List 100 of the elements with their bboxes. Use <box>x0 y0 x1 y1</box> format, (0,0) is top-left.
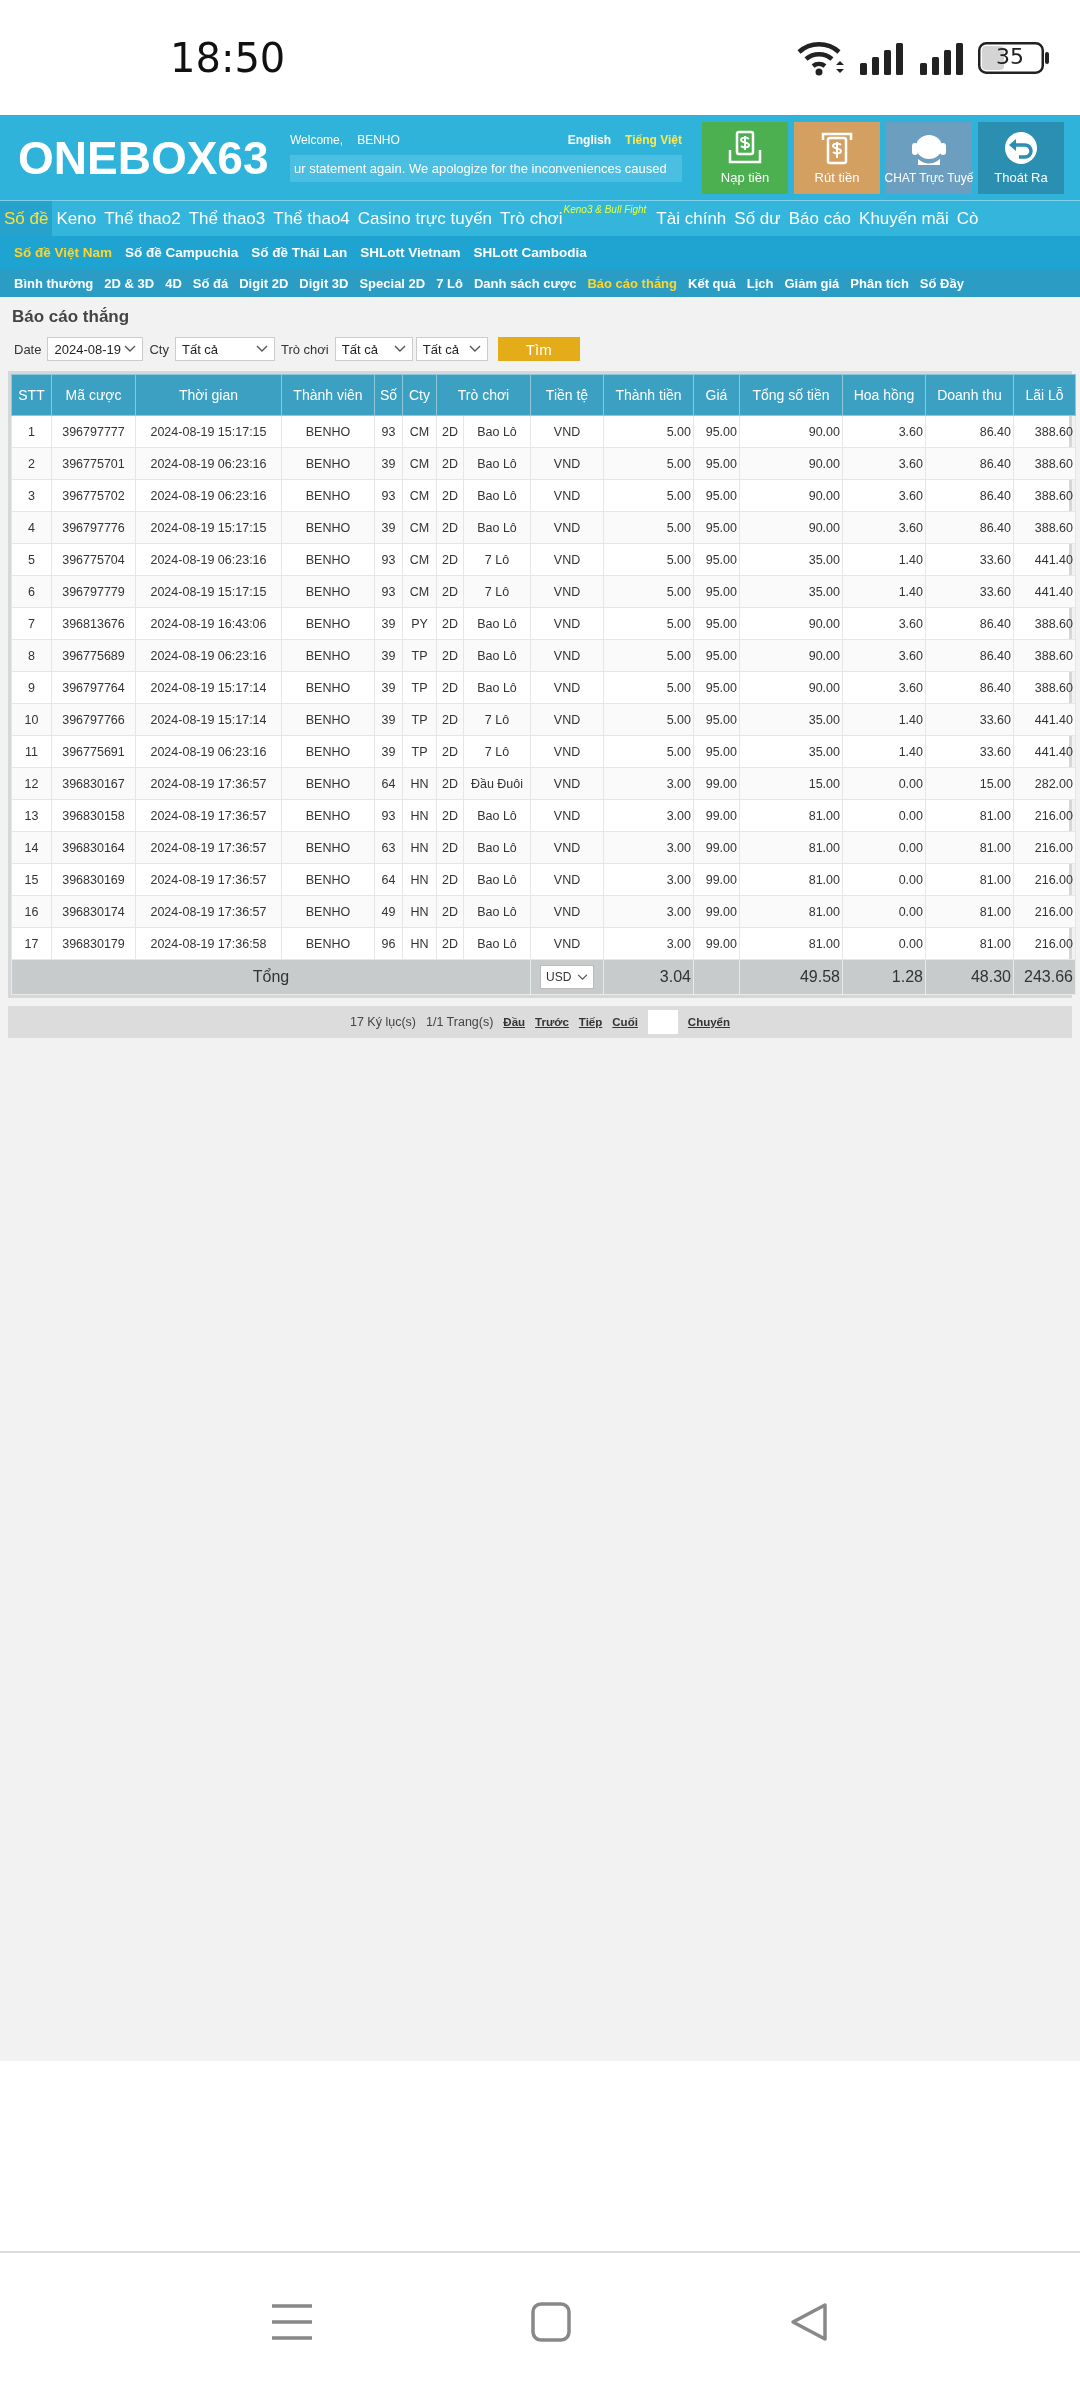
go-link[interactable]: Chuyển <box>687 1016 731 1028</box>
pager-link[interactable]: Trước <box>535 1016 569 1028</box>
table-cell: 33.60 <box>925 575 1014 608</box>
nav-tab[interactable]: Khuyến mãi <box>855 201 953 236</box>
table-cell: 5.00 <box>603 511 694 544</box>
table-cell: 396797777 <box>51 415 136 448</box>
nav-tab[interactable]: Báo cáo <box>784 201 856 236</box>
nav-tab[interactable]: Cò <box>952 201 983 236</box>
table-cell: CM <box>402 479 437 512</box>
table-cell: 0.00 <box>842 799 926 832</box>
table-cell: VND <box>530 575 604 608</box>
table-cell: 2D <box>437 896 464 927</box>
back-icon[interactable] <box>788 2300 830 2343</box>
filter-select[interactable]: Tất cả <box>415 337 488 361</box>
game-nav-tab[interactable]: Số đá <box>192 275 229 291</box>
table-cell-text: Bao Lô <box>476 903 518 921</box>
table-cell: 396830179 <box>51 927 136 960</box>
table-cell: 17 <box>11 927 52 960</box>
nav-tab[interactable]: Số đề <box>0 201 53 236</box>
page-input[interactable] <box>647 1010 678 1034</box>
column-header: Mã cược <box>51 374 136 416</box>
filter-select[interactable]: 2024-08-19 <box>47 337 144 361</box>
language-link[interactable]: Tiếng Việt <box>625 133 682 147</box>
table-cell: 2D <box>437 864 464 895</box>
table-cell: 95.00 <box>693 415 740 448</box>
game-nav-tab[interactable]: 4D <box>165 275 182 291</box>
menu-icon[interactable] <box>270 2301 314 2342</box>
table-cell: 2024-08-19 15:17:15 <box>135 415 282 448</box>
table-cell: BENHO <box>281 895 375 928</box>
table-cell: 396830169 <box>51 863 136 896</box>
table-cell: 216.00 <box>1013 895 1076 928</box>
sub-nav-tab[interactable]: SHLott Cambodia <box>473 245 587 260</box>
table-cell: BENHO <box>281 767 375 800</box>
game-nav-tab[interactable]: Báo cáo thắng <box>587 275 677 291</box>
table-cell-text: Bao Lô <box>476 423 518 441</box>
deposit-button[interactable]: Nạp tiền <box>702 121 788 194</box>
table-cell: 93 <box>374 799 403 832</box>
currency-select[interactable]: USD <box>540 965 594 989</box>
game-nav-tab[interactable]: Số Đầy <box>919 275 964 291</box>
table-cell: 0.00 <box>842 767 926 800</box>
language-link[interactable]: English <box>567 133 612 147</box>
game-nav-tab[interactable]: Special 2D <box>359 275 426 291</box>
game-nav-tab[interactable]: 7 Lô <box>436 275 463 291</box>
nav-tab[interactable]: Keno <box>52 201 101 236</box>
chat-button[interactable]: CHAT Trực Tuyế <box>886 121 972 194</box>
table-cell: 2D <box>437 672 464 703</box>
chevron-icon <box>468 345 481 353</box>
pager-link[interactable]: Tiếp <box>578 1016 603 1028</box>
game-nav-tab[interactable]: Digit 2D <box>239 275 289 291</box>
table-cell: 93 <box>374 479 403 512</box>
withdraw-button[interactable]: Rút tiền <box>794 121 880 194</box>
nav-tab[interactable]: Số dư <box>730 201 785 236</box>
sub-nav-tab[interactable]: Số đề Thái Lan <box>251 245 348 260</box>
column-header: Số <box>374 374 403 416</box>
table-cell: VND <box>530 543 604 576</box>
table-cell-text: 7 Lô <box>483 743 511 761</box>
table-cell: VND <box>530 447 604 480</box>
sub-nav-tab[interactable]: SHLott Vietnam <box>360 245 461 260</box>
table-cell: 93 <box>374 543 403 576</box>
nav-tab[interactable]: Casino trực tuyến <box>353 201 497 236</box>
table-cell: 90.00 <box>739 415 843 448</box>
game-nav-tab[interactable]: Digit 3D <box>299 275 349 291</box>
pager-link[interactable]: Đầu <box>503 1016 526 1028</box>
logout-button[interactable]: Thoát Ra <box>978 121 1064 194</box>
game-nav-tab[interactable]: Lịch <box>746 275 774 291</box>
sub-nav-tab[interactable]: Số đề Campuchia <box>125 245 239 260</box>
table-cell: VND <box>530 607 604 640</box>
sub-nav-tab[interactable]: Số đề Việt Nam <box>14 245 113 260</box>
game-nav-tab[interactable]: Kết quả <box>688 275 736 291</box>
table-cell: 2D <box>437 544 464 575</box>
table-cell: 0.00 <box>842 831 926 864</box>
game-nav-tab[interactable]: Danh sách cược <box>473 275 577 291</box>
table-cell: 3.00 <box>603 831 694 864</box>
nav-tab[interactable]: Thể thao4 <box>269 201 354 236</box>
filter-select[interactable]: Tất cả <box>174 337 275 361</box>
pager-link[interactable]: Cuối <box>612 1016 638 1028</box>
table-cell: 99.00 <box>693 927 740 960</box>
home-square-icon[interactable] <box>530 2300 572 2343</box>
nav-tab[interactable]: Thể thao3 <box>184 201 270 236</box>
table-cell: VND <box>530 927 604 960</box>
nav-tab[interactable]: Thể thao2 <box>100 201 185 236</box>
column-header: Trò chơi <box>436 374 531 416</box>
table-cell: 86.40 <box>925 479 1014 512</box>
table-cell: 3.00 <box>603 799 694 832</box>
table-cell: 13 <box>11 799 52 832</box>
table-cell: 5.00 <box>603 543 694 576</box>
table-cell: 5.00 <box>603 735 694 768</box>
game-nav-tab[interactable]: Giảm giá <box>784 275 840 291</box>
table-cell: 0.00 <box>842 895 926 928</box>
table-cell: 388.60 <box>1013 671 1076 704</box>
search-button[interactable]: Tìm <box>497 337 580 361</box>
table-cell: 441.40 <box>1013 575 1076 608</box>
filter-select[interactable]: Tất cả <box>334 337 413 361</box>
table-cell: 4 <box>11 511 52 544</box>
game-nav-tab[interactable]: 2D & 3D <box>104 275 155 291</box>
table-cell: 441.40 <box>1013 543 1076 576</box>
table-cell: 2024-08-19 15:17:14 <box>135 671 282 704</box>
game-nav-tab[interactable]: Bình thường <box>14 275 94 291</box>
nav-tab[interactable]: Tài chính <box>652 201 731 236</box>
game-nav-tab[interactable]: Phân tích <box>850 275 909 291</box>
